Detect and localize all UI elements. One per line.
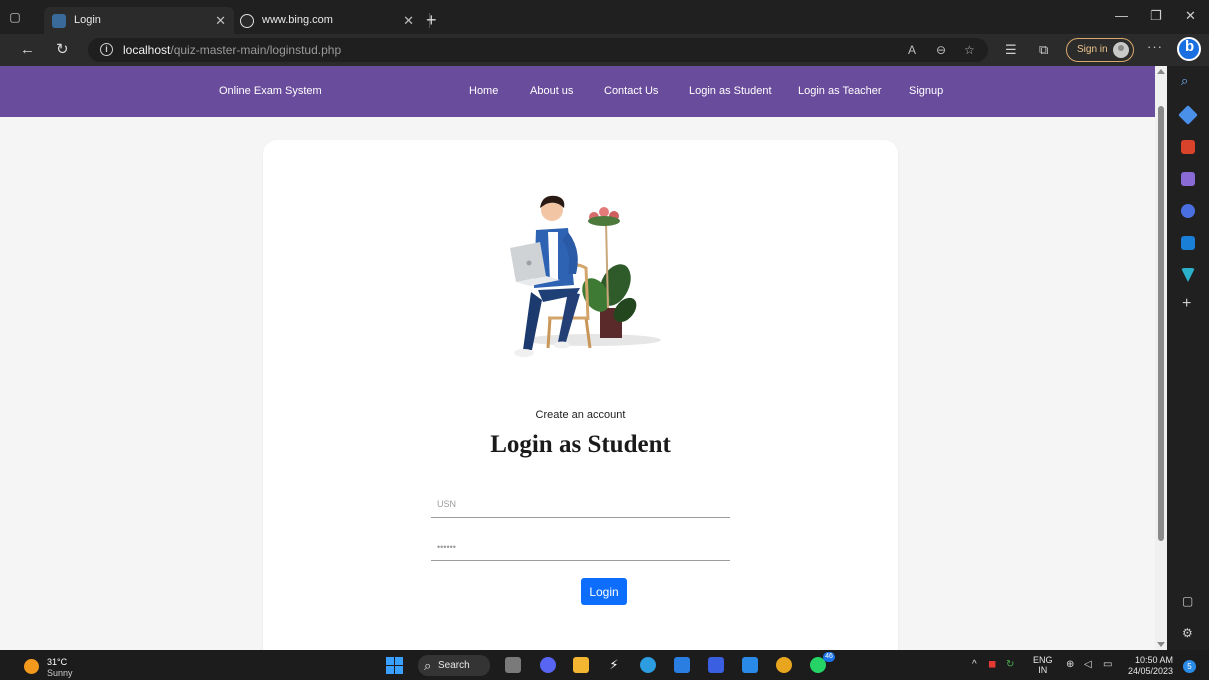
sidebar-shopping-icon[interactable] bbox=[1178, 105, 1198, 125]
tab-actions-icon[interactable]: ▢ bbox=[6, 8, 24, 26]
nav-signup[interactable]: Signup bbox=[909, 85, 943, 97]
quiz-favicon-icon bbox=[52, 14, 66, 28]
close-tab-icon[interactable]: ✕ bbox=[215, 7, 226, 34]
file-explorer-icon[interactable] bbox=[573, 657, 589, 673]
tray-sync-icon[interactable]: ↻ bbox=[1006, 659, 1014, 670]
page-scrollbar[interactable] bbox=[1155, 66, 1167, 650]
more-options-icon[interactable]: ··· bbox=[1147, 39, 1163, 54]
tab-login[interactable]: Login ✕ bbox=[44, 7, 234, 34]
lang-code: ENG bbox=[1033, 655, 1053, 665]
zoom-icon[interactable]: ⊖ bbox=[936, 43, 946, 57]
vscode-icon[interactable] bbox=[742, 657, 758, 673]
address-row: ← ↻ i localhost/quiz-master-main/loginst… bbox=[0, 34, 1209, 66]
language-indicator[interactable]: ENG IN bbox=[1033, 655, 1053, 675]
close-tab-icon[interactable]: ✕ bbox=[403, 7, 414, 34]
tab-title: Login bbox=[74, 14, 101, 26]
new-tab-button[interactable]: + bbox=[426, 7, 437, 34]
windows-start-icon[interactable] bbox=[386, 657, 403, 674]
tab-title: www.bing.com bbox=[262, 14, 333, 26]
clock-date: 24/05/2023 bbox=[1128, 666, 1174, 676]
sidebar-tools-icon[interactable] bbox=[1181, 140, 1195, 154]
read-aloud-icon[interactable]: A bbox=[908, 43, 916, 57]
sign-in-button[interactable]: Sign in bbox=[1066, 38, 1134, 62]
tray-app-icon[interactable]: ◼ bbox=[988, 659, 996, 670]
login-card: Create an account Login as Student Login bbox=[263, 140, 898, 650]
site-brand[interactable]: Online Exam System bbox=[219, 85, 322, 97]
sidebar-hide-icon[interactable]: ▢ bbox=[1182, 594, 1193, 608]
nav-home[interactable]: Home bbox=[469, 85, 498, 97]
sidebar-add-icon[interactable]: + bbox=[1182, 295, 1191, 313]
nav-login-student[interactable]: Login as Student bbox=[689, 85, 772, 97]
usn-input[interactable] bbox=[431, 490, 730, 518]
task-view-icon[interactable] bbox=[505, 657, 521, 673]
nav-about-us[interactable]: About us bbox=[530, 85, 573, 97]
volume-icon[interactable]: ◁ bbox=[1084, 659, 1092, 670]
system-clock[interactable]: 10:50 AM 24/05/2023 bbox=[1128, 655, 1173, 677]
sidebar-games-icon[interactable] bbox=[1181, 172, 1195, 186]
notification-badge[interactable]: 5 bbox=[1183, 660, 1196, 673]
collections-icon[interactable]: ⧉ bbox=[1039, 42, 1048, 58]
weather-condition: Sunny bbox=[47, 668, 73, 678]
sidebar-copilot-icon[interactable] bbox=[1181, 204, 1195, 218]
login-button[interactable]: Login bbox=[581, 578, 627, 605]
nav-contact-us[interactable]: Contact Us bbox=[604, 85, 658, 97]
favorite-star-icon[interactable]: ☆ bbox=[964, 43, 975, 57]
password-input[interactable] bbox=[431, 533, 730, 561]
browser-tab-bar: ▢ Login ✕ www.bing.com ✕ + — ❐ ✕ bbox=[0, 0, 1209, 34]
scroll-up-icon[interactable] bbox=[1157, 69, 1165, 74]
taskbar-search-label: Search bbox=[438, 660, 470, 671]
chat-icon[interactable] bbox=[540, 657, 556, 673]
sidebar-search-icon[interactable]: ⌕ bbox=[1181, 73, 1188, 89]
sidebar-settings-icon[interactable]: ⚙ bbox=[1182, 626, 1193, 640]
sidebar-drop-icon[interactable] bbox=[1181, 268, 1195, 282]
tab-bing[interactable]: www.bing.com ✕ bbox=[232, 7, 430, 34]
winget-icon[interactable]: ⚡ bbox=[606, 657, 622, 673]
student-laptop-illustration bbox=[510, 195, 661, 357]
clock-time: 10:50 AM bbox=[1135, 655, 1174, 665]
weather-sun-icon[interactable] bbox=[24, 659, 39, 674]
create-account-subtitle: Create an account bbox=[535, 409, 626, 421]
lang-region: IN bbox=[1038, 665, 1048, 675]
sign-in-label: Sign in bbox=[1077, 44, 1108, 55]
close-window-icon[interactable]: ✕ bbox=[1185, 8, 1196, 24]
bing-copilot-icon[interactable] bbox=[1177, 37, 1201, 61]
page-viewport: Online Exam System Home About us Contact… bbox=[0, 66, 1155, 650]
chrome-icon[interactable] bbox=[776, 657, 792, 673]
profile-avatar-icon bbox=[1113, 42, 1129, 58]
network-icon[interactable]: ⊕ bbox=[1066, 659, 1074, 670]
restore-icon[interactable]: ❐ bbox=[1150, 8, 1162, 24]
sidebar-outlook-icon[interactable] bbox=[1181, 236, 1195, 250]
back-icon[interactable]: ← bbox=[20, 41, 35, 59]
site-info-icon[interactable]: i bbox=[100, 43, 113, 56]
address-bar[interactable]: i localhost/quiz-master-main/loginstud.p… bbox=[88, 38, 988, 62]
edge-taskbar-icon[interactable] bbox=[640, 657, 656, 673]
windows-taskbar: 31°C Sunny Search ⚡ 46 ^ ◼ ↻ ENG IN ⊕ ◁ … bbox=[0, 650, 1209, 680]
nav-login-teacher[interactable]: Login as Teacher bbox=[798, 85, 882, 97]
dropbox-icon[interactable] bbox=[708, 657, 724, 673]
minimize-icon[interactable]: — bbox=[1115, 8, 1128, 23]
scroll-down-icon[interactable] bbox=[1157, 642, 1165, 647]
taskbar-search[interactable]: Search bbox=[418, 655, 490, 676]
store-icon[interactable] bbox=[674, 657, 690, 673]
site-navbar: Online Exam System Home About us Contact… bbox=[0, 66, 1155, 117]
url-text[interactable]: localhost/quiz-master-main/loginstud.php bbox=[123, 43, 341, 57]
battery-icon[interactable]: ▭ bbox=[1103, 659, 1112, 670]
whatsapp-badge: 46 bbox=[823, 652, 835, 662]
scroll-thumb[interactable] bbox=[1158, 106, 1164, 541]
bing-favicon-icon bbox=[240, 14, 254, 28]
tray-overflow-icon[interactable]: ^ bbox=[972, 659, 977, 670]
refresh-icon[interactable]: ↻ bbox=[56, 41, 69, 59]
page-title: Login as Student bbox=[490, 431, 671, 458]
edge-sidebar: ⌕ + ▢ ⚙ bbox=[1167, 66, 1209, 650]
favorites-icon[interactable]: ☰ bbox=[1005, 42, 1017, 58]
weather-temperature: 31°C bbox=[47, 657, 68, 667]
